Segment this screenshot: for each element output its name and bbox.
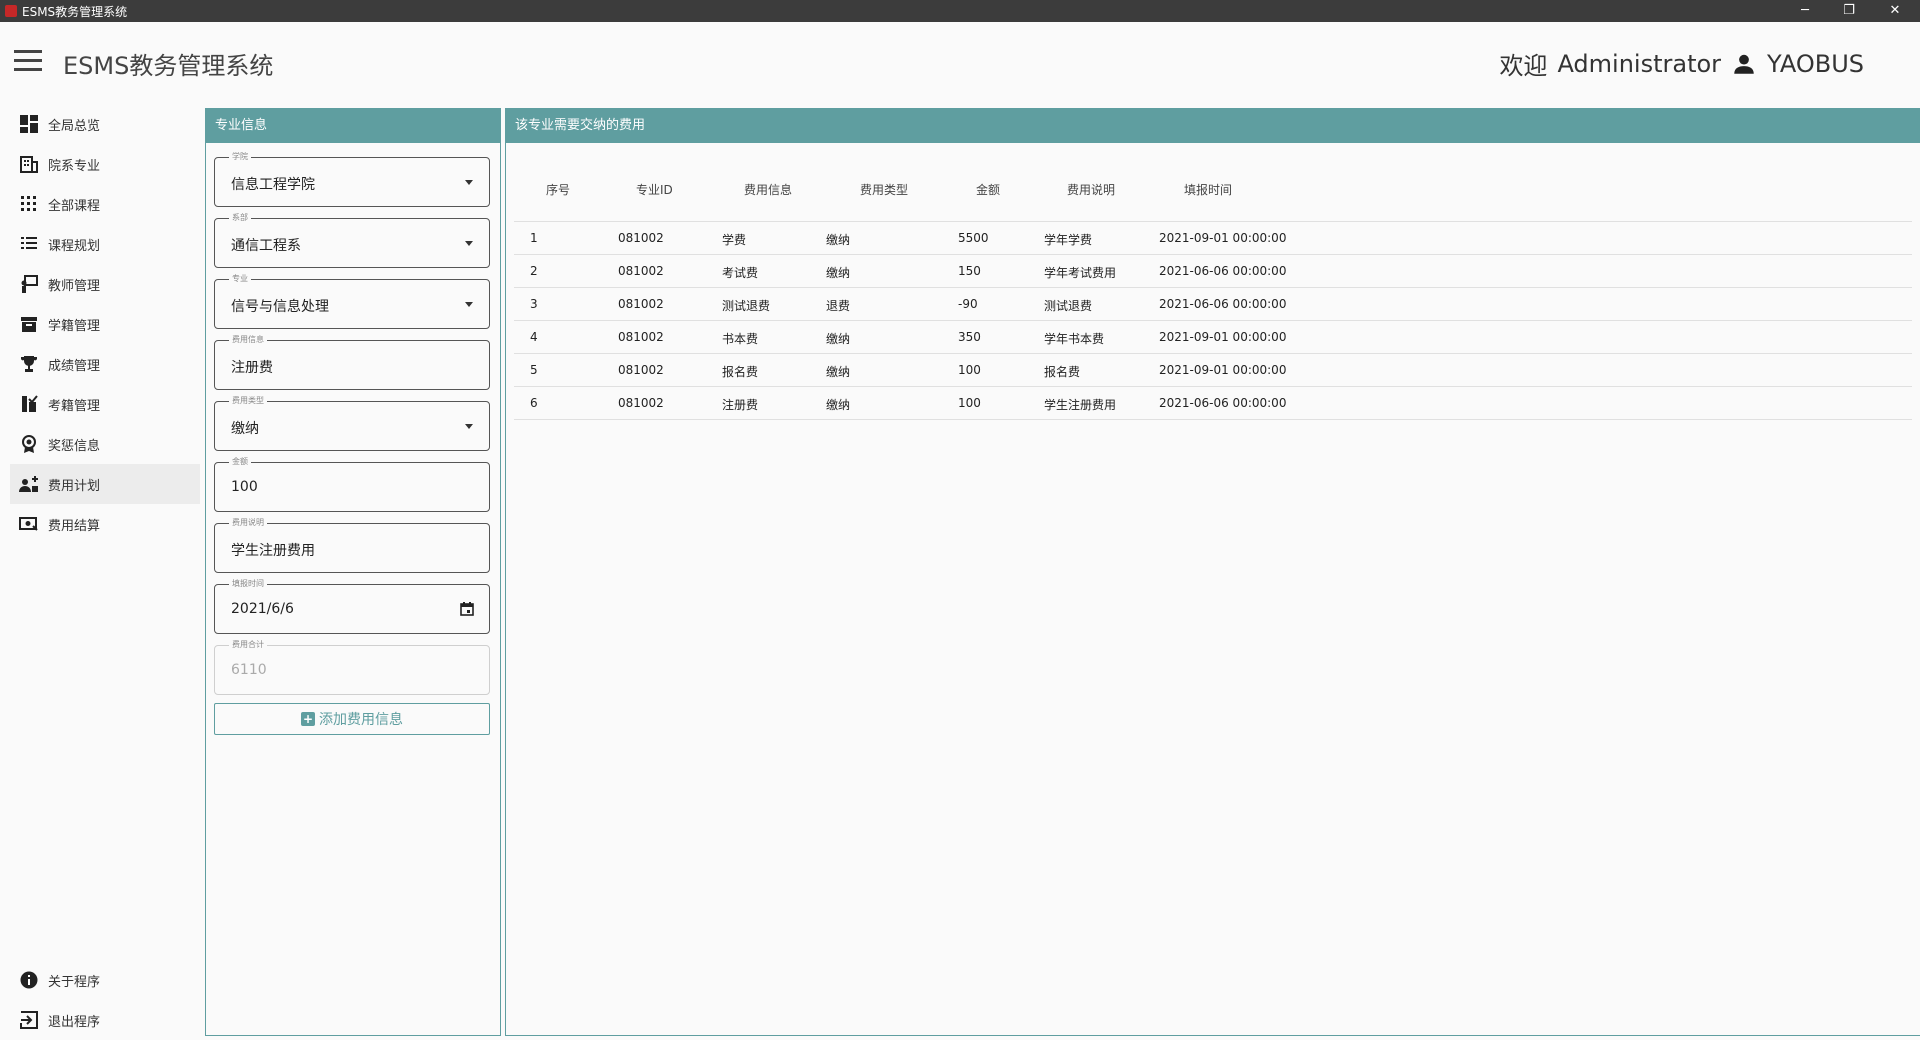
sidebar-item-label: 奖惩信息 — [48, 438, 101, 454]
sidebar-item-exams[interactable]: 考籍管理 — [10, 384, 200, 424]
sidebar-item-label: 费用计划 — [48, 478, 101, 494]
minimize-button[interactable]: ─ — [1782, 0, 1828, 22]
dashboard-icon — [18, 113, 40, 135]
sidebar-item-label: 成绩管理 — [48, 358, 101, 374]
sidebar-item-label: 院系专业 — [48, 158, 101, 174]
sidebar-item-label: 全局总览 — [48, 118, 101, 134]
column-header-fee-info[interactable]: 费用信息 — [744, 181, 792, 198]
table-row[interactable]: 5 081002 报名费 缴纳 100 报名费 2021-09-01 00:00… — [514, 354, 1912, 387]
calendar-icon[interactable] — [459, 601, 475, 617]
panel-title: 专业信息 — [206, 109, 500, 143]
report-date-picker[interactable]: 填报时间 2021/6/6 — [214, 579, 490, 634]
major-info-panel: 专业信息 学院 信息工程学院 系部 通信工程系 专业 信号与信息处理 费用信息 … — [205, 108, 501, 1036]
sidebar-item-departments[interactable]: 院系专业 — [10, 144, 200, 184]
fee-table-panel: 该专业需要交纳的费用 序号 专业ID 费用信息 费用类型 金额 费用说明 填报时… — [505, 108, 1920, 1036]
plus-icon: + — [301, 712, 315, 726]
trophy-icon — [18, 353, 40, 375]
user-icon[interactable] — [1731, 51, 1757, 77]
app-icon — [5, 5, 17, 17]
app-title: ESMS教务管理系统 — [63, 52, 274, 80]
table-row[interactable]: 2 081002 考试费 缴纳 150 学年考试费用 2021-06-06 00… — [514, 255, 1912, 288]
sidebar-item-cost-plan[interactable]: 费用计划 — [10, 464, 200, 504]
sidebar-item-grades[interactable]: 成绩管理 — [10, 344, 200, 384]
fee-table: 序号 专业ID 费用信息 费用类型 金额 费用说明 填报时间 1 081002 … — [514, 155, 1912, 420]
account-name[interactable]: YAOBUS — [1767, 50, 1864, 78]
column-header-major-id[interactable]: 专业ID — [636, 181, 673, 198]
teacher-icon — [18, 273, 40, 295]
sidebar-item-courses[interactable]: 全部课程 — [10, 184, 200, 224]
panel-title: 该专业需要交纳的费用 — [506, 109, 1920, 143]
dropdown-arrow-icon — [465, 302, 473, 307]
maximize-button[interactable]: ❐ — [1826, 0, 1872, 22]
exam-icon — [18, 393, 40, 415]
cost-plan-icon — [18, 473, 40, 495]
fee-info-input[interactable]: 费用信息 注册费 — [214, 335, 490, 390]
sidebar-item-label: 费用结算 — [48, 518, 101, 534]
sidebar-item-enrollment[interactable]: 学籍管理 — [10, 304, 200, 344]
sidebar-item-teachers[interactable]: 教师管理 — [10, 264, 200, 304]
window-titlebar: ESMS教务管理系统 ─ ❐ ✕ — [0, 0, 1920, 22]
window-title: ESMS教务管理系统 — [22, 5, 128, 19]
sidebar-item-overview[interactable]: 全局总览 — [10, 104, 200, 144]
sidebar-item-course-plan[interactable]: 课程规划 — [10, 224, 200, 264]
grid-dots-icon — [18, 193, 40, 215]
list-icon — [18, 233, 40, 255]
sidebar-item-about[interactable]: 关于程序 — [10, 960, 200, 1000]
archive-icon — [18, 313, 40, 335]
table-row[interactable]: 4 081002 书本费 缴纳 350 学年书本费 2021-09-01 00:… — [514, 321, 1912, 354]
sidebar-item-exit[interactable]: 退出程序 — [10, 1000, 200, 1040]
user-area: 欢迎 Administrator YAOBUS — [1499, 46, 1864, 81]
sidebar-item-label: 关于程序 — [48, 974, 101, 990]
sidebar-item-label: 教师管理 — [48, 278, 101, 294]
info-icon — [18, 969, 40, 991]
dropdown-arrow-icon — [465, 424, 473, 429]
table-row[interactable]: 3 081002 测试退费 退费 -90 测试退费 2021-06-06 00:… — [514, 288, 1912, 321]
app-header: ESMS教务管理系统 欢迎 Administrator YAOBUS — [0, 22, 1920, 102]
welcome-text: 欢迎 — [1499, 52, 1548, 80]
sidebar-item-label: 退出程序 — [48, 1014, 101, 1030]
column-header-fee-type[interactable]: 费用类型 — [860, 181, 908, 198]
major-select[interactable]: 专业 信号与信息处理 — [214, 274, 490, 329]
username: Administrator — [1557, 49, 1722, 78]
sidebar: 全局总览 院系专业 全部课程 课程规划 教师管理 学籍管理 成绩管理 考籍管理 … — [0, 104, 200, 1040]
award-icon — [18, 433, 40, 455]
dropdown-arrow-icon — [465, 241, 473, 246]
fee-description-input[interactable]: 费用说明 学生注册费用 — [214, 518, 490, 573]
column-header-index[interactable]: 序号 — [546, 181, 570, 198]
table-row[interactable]: 6 081002 注册费 缴纳 100 学生注册费用 2021-06-06 00… — [514, 387, 1912, 420]
table-header-row: 序号 专业ID 费用信息 费用类型 金额 费用说明 填报时间 — [514, 155, 1912, 222]
sidebar-item-rewards[interactable]: 奖惩信息 — [10, 424, 200, 464]
sidebar-item-label: 学籍管理 — [48, 318, 101, 334]
column-header-description[interactable]: 费用说明 — [1067, 181, 1115, 198]
menu-icon[interactable] — [14, 50, 42, 72]
college-select[interactable]: 学院 信息工程学院 — [214, 152, 490, 207]
sidebar-item-label: 课程规划 — [48, 238, 101, 254]
cash-icon — [18, 513, 40, 535]
fee-type-select[interactable]: 费用类型 缴纳 — [214, 396, 490, 451]
close-button[interactable]: ✕ — [1872, 0, 1918, 22]
amount-input[interactable]: 金额 100 — [214, 457, 490, 512]
sidebar-item-label: 考籍管理 — [48, 398, 101, 414]
table-row[interactable]: 1 081002 学费 缴纳 5500 学年学费 2021-09-01 00:0… — [514, 222, 1912, 255]
sidebar-item-label: 全部课程 — [48, 198, 101, 214]
building-icon — [18, 153, 40, 175]
dropdown-arrow-icon — [465, 180, 473, 185]
department-select[interactable]: 系部 通信工程系 — [214, 213, 490, 268]
column-header-report-time[interactable]: 填报时间 — [1184, 181, 1232, 198]
column-header-amount[interactable]: 金额 — [976, 181, 1000, 198]
sidebar-item-settlement[interactable]: 费用结算 — [10, 504, 200, 544]
exit-icon — [18, 1009, 40, 1031]
add-fee-button[interactable]: + 添加费用信息 — [214, 703, 490, 735]
fee-total-field: 费用合计 6110 — [214, 640, 490, 695]
